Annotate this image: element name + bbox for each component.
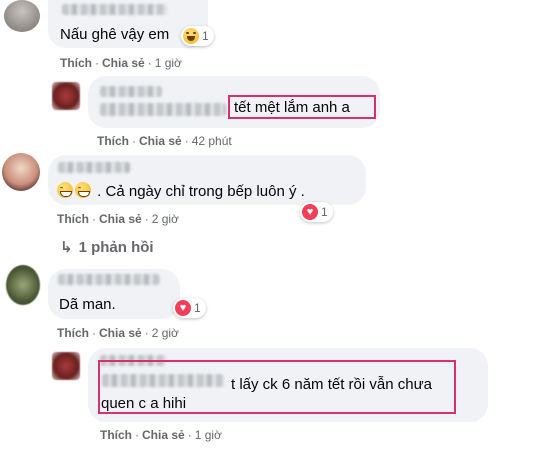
comment-text: Dã man. [59,296,116,313]
share-link[interactable]: Chia sẻ [99,326,142,340]
comment-actions: Thích · Chia sẻ · 2 giờ [57,212,179,226]
haha-reaction-icon [183,28,199,44]
reaction-badge[interactable]: 1 [181,26,214,46]
grinning-emoji-icon [75,182,91,198]
comment-text: t lấy ck 6 năm tết rồi vẫn chưa [231,376,432,393]
comment-text: tết mệt lắm anh a [234,99,350,116]
comment-actions: Thích · Chia sẻ · 2 giờ [57,326,179,340]
share-link[interactable]: Chia sẻ [99,212,142,226]
avatar[interactable] [4,0,40,32]
grinning-emoji-icon [57,182,73,198]
share-link[interactable]: Chia sẻ [139,134,182,148]
timestamp[interactable]: 1 giờ [155,56,182,70]
love-reaction-icon [302,204,318,220]
avatar[interactable] [52,82,80,110]
reaction-badge[interactable]: 1 [300,202,333,222]
reaction-count: 1 [321,205,328,219]
timestamp[interactable]: 2 giờ [152,212,179,226]
like-link[interactable]: Thích [97,134,129,148]
reaction-badge[interactable]: 1 [173,298,206,318]
comment-text-line: . Cả ngày chỉ trong bếp luôn ý . [57,182,305,201]
commenter-name-blurred[interactable] [58,162,130,173]
avatar[interactable] [6,265,40,305]
timestamp[interactable]: 2 giờ [152,326,179,340]
comment-text: Nấu ghê vậy em [60,26,170,43]
timestamp[interactable]: 42 phút [192,134,232,148]
like-link[interactable]: Thích [100,428,132,442]
reaction-count: 1 [202,29,209,43]
commenter-name-blurred[interactable] [58,274,160,285]
share-link[interactable]: Chia sẻ [142,428,185,442]
comment-text: . Cả ngày chỉ trong bếp luôn ý . [97,183,305,200]
commenter-name-blurred[interactable] [100,103,226,116]
comment-actions: Thích · Chia sẻ · 42 phút [97,134,232,148]
comment-actions: Thích · Chia sẻ · 1 giờ [60,56,182,70]
commenter-name-blurred[interactable] [62,4,167,15]
like-link[interactable]: Thích [57,212,89,226]
comment-text: quen c a hihi [101,395,187,412]
share-link[interactable]: Chia sẻ [102,56,145,70]
like-link[interactable]: Thích [57,326,89,340]
view-replies-link[interactable]: ↳ 1 phản hồi [60,238,154,256]
reaction-count: 1 [194,301,201,315]
like-link[interactable]: Thích [60,56,92,70]
timestamp[interactable]: 1 giờ [195,428,222,442]
comment-actions: Thích · Chia sẻ · 1 giờ [100,428,222,442]
replies-count: 1 phản hồi [78,239,154,256]
avatar[interactable] [52,352,80,380]
avatar[interactable] [2,153,40,191]
reply-arrow-icon: ↳ [60,239,73,256]
love-reaction-icon [175,300,191,316]
commenter-name-blurred[interactable] [100,86,162,97]
